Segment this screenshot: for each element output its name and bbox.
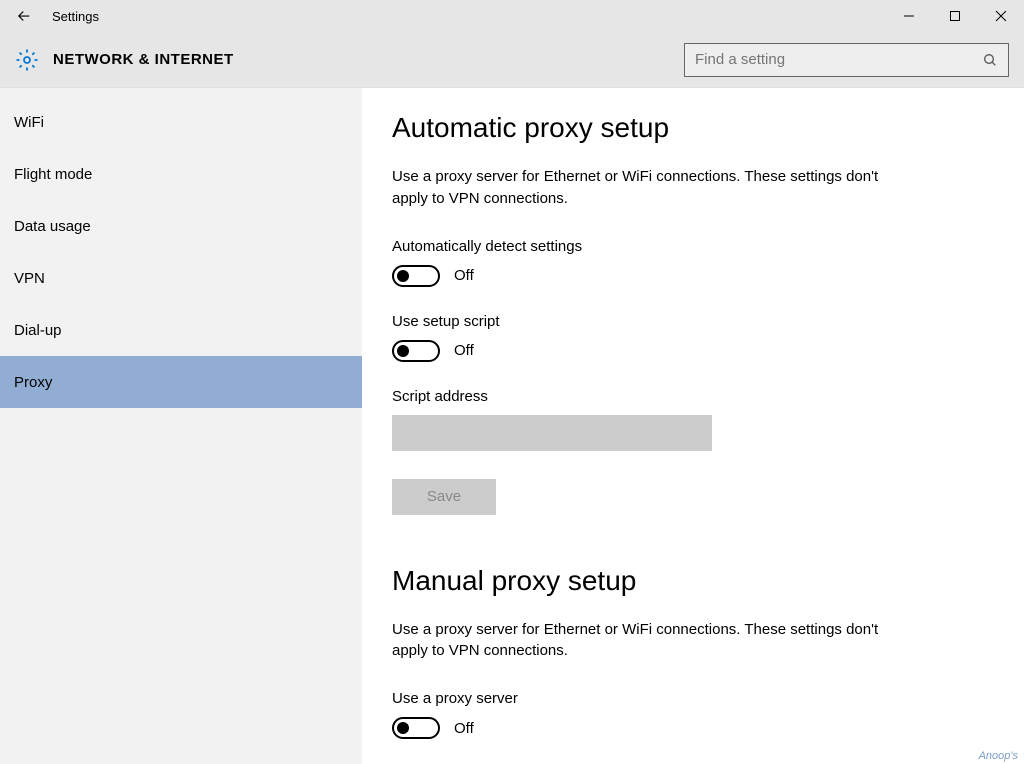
gear-icon xyxy=(15,48,39,72)
automatic-description: Use a proxy server for Ethernet or WiFi … xyxy=(392,166,902,210)
toggle-knob-icon xyxy=(397,722,409,734)
main: Automatic proxy setup Use a proxy server… xyxy=(362,88,1024,764)
search-icon xyxy=(982,52,998,68)
sidebar-item-proxy[interactable]: Proxy xyxy=(0,356,362,408)
use-proxy-label: Use a proxy server xyxy=(392,690,994,707)
use-script-toggle-row: Off xyxy=(392,340,994,362)
maximize-button[interactable] xyxy=(932,0,978,32)
content: WiFi Flight mode Data usage VPN Dial-up … xyxy=(0,88,1024,764)
sidebar-item-flight-mode[interactable]: Flight mode xyxy=(0,148,362,200)
toggle-knob-icon xyxy=(397,345,409,357)
script-address-input[interactable] xyxy=(392,415,712,451)
sidebar-item-dial-up[interactable]: Dial-up xyxy=(0,304,362,356)
window-controls xyxy=(886,0,1024,32)
manual-description: Use a proxy server for Ethernet or WiFi … xyxy=(392,619,902,663)
search-box[interactable] xyxy=(684,43,1009,77)
sidebar-item-data-usage[interactable]: Data usage xyxy=(0,200,362,252)
use-script-label: Use setup script xyxy=(392,313,994,330)
sidebar-item-vpn[interactable]: VPN xyxy=(0,252,362,304)
use-script-toggle[interactable] xyxy=(392,340,440,362)
watermark: Anoop's xyxy=(979,750,1018,762)
close-button[interactable] xyxy=(978,0,1024,32)
script-address-label: Script address xyxy=(392,388,994,405)
use-script-state: Off xyxy=(454,342,474,359)
search-input[interactable] xyxy=(695,51,982,68)
back-arrow-icon xyxy=(15,7,33,25)
toggle-knob-icon xyxy=(397,270,409,282)
sidebar-item-wifi[interactable]: WiFi xyxy=(0,96,362,148)
auto-detect-state: Off xyxy=(454,267,474,284)
minimize-button[interactable] xyxy=(886,0,932,32)
auto-detect-label: Automatically detect settings xyxy=(392,238,994,255)
use-proxy-toggle[interactable] xyxy=(392,717,440,739)
header-left: NETWORK & INTERNET xyxy=(15,48,234,72)
maximize-icon xyxy=(949,10,961,22)
save-button[interactable]: Save xyxy=(392,479,496,515)
page-title: NETWORK & INTERNET xyxy=(53,51,234,68)
automatic-heading: Automatic proxy setup xyxy=(392,112,994,144)
auto-detect-toggle[interactable] xyxy=(392,265,440,287)
manual-heading: Manual proxy setup xyxy=(392,565,994,597)
header: NETWORK & INTERNET xyxy=(0,32,1024,88)
auto-detect-toggle-row: Off xyxy=(392,265,994,287)
minimize-icon xyxy=(903,10,915,22)
back-button[interactable] xyxy=(8,0,40,32)
use-proxy-toggle-row: Off xyxy=(392,717,994,739)
close-icon xyxy=(995,10,1007,22)
use-proxy-state: Off xyxy=(454,720,474,737)
titlebar-left: Settings xyxy=(8,0,99,32)
titlebar: Settings xyxy=(0,0,1024,32)
sidebar: WiFi Flight mode Data usage VPN Dial-up … xyxy=(0,88,362,764)
window-title: Settings xyxy=(52,9,99,24)
